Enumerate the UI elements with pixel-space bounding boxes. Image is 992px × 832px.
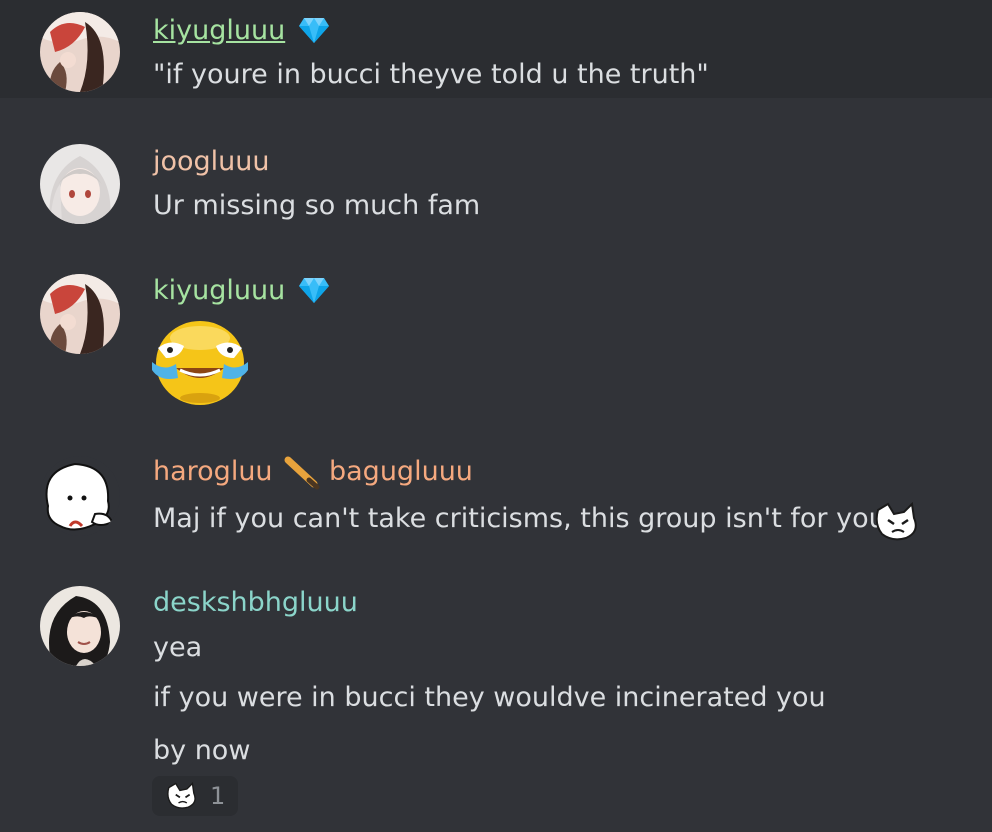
- chat-messages: kiyugluuu "if youre in bucci theyve told…: [0, 0, 992, 832]
- message-text: "if youre in bucci theyve told u the tru…: [153, 59, 709, 90]
- message-line-3: by now: [153, 735, 251, 766]
- message-text: Maj if you can't take criticisms, this g…: [153, 503, 886, 534]
- username[interactable]: deskshbhgluuu: [153, 586, 358, 620]
- message-line-2: if you were in bucci they wouldve incine…: [153, 682, 826, 713]
- pencil-icon: [284, 456, 320, 494]
- avatar[interactable]: [40, 456, 120, 536]
- message-harogluu[interactable]: harogluu bagugluuu Maj if you can't take…: [0, 442, 992, 552]
- reaction-count: 1: [210, 782, 226, 810]
- diamond-icon: [298, 16, 330, 48]
- secondary-name[interactable]: bagugluuu: [329, 455, 473, 489]
- username[interactable]: kiyugluuu: [153, 14, 285, 48]
- avatar[interactable]: [40, 12, 120, 92]
- message-line-1: yea: [153, 632, 203, 663]
- reaction-button[interactable]: 1: [152, 776, 238, 816]
- message-text: Ur missing so much fam: [153, 190, 481, 221]
- laughing-crying-face-emoji: [150, 318, 250, 412]
- avatar[interactable]: [40, 144, 120, 224]
- cat-emoji: [166, 782, 198, 814]
- username[interactable]: harogluu: [153, 455, 273, 489]
- avatar[interactable]: [40, 586, 120, 666]
- username[interactable]: kiyugluuu: [153, 274, 285, 308]
- avatar[interactable]: [40, 274, 120, 354]
- message-kiyugluuu-2[interactable]: kiyugluuu: [0, 262, 992, 412]
- message-joogluuu[interactable]: joogluuu Ur missing so much fam: [0, 130, 992, 230]
- message-kiyugluuu-1[interactable]: kiyugluuu "if youre in bucci theyve told…: [0, 0, 992, 98]
- diamond-icon: [298, 276, 330, 308]
- message-deskshbhgluuu[interactable]: deskshbhgluuu yea if you were in bucci t…: [0, 574, 992, 824]
- cat-emoji: [874, 501, 920, 546]
- username[interactable]: joogluuu: [153, 145, 270, 179]
